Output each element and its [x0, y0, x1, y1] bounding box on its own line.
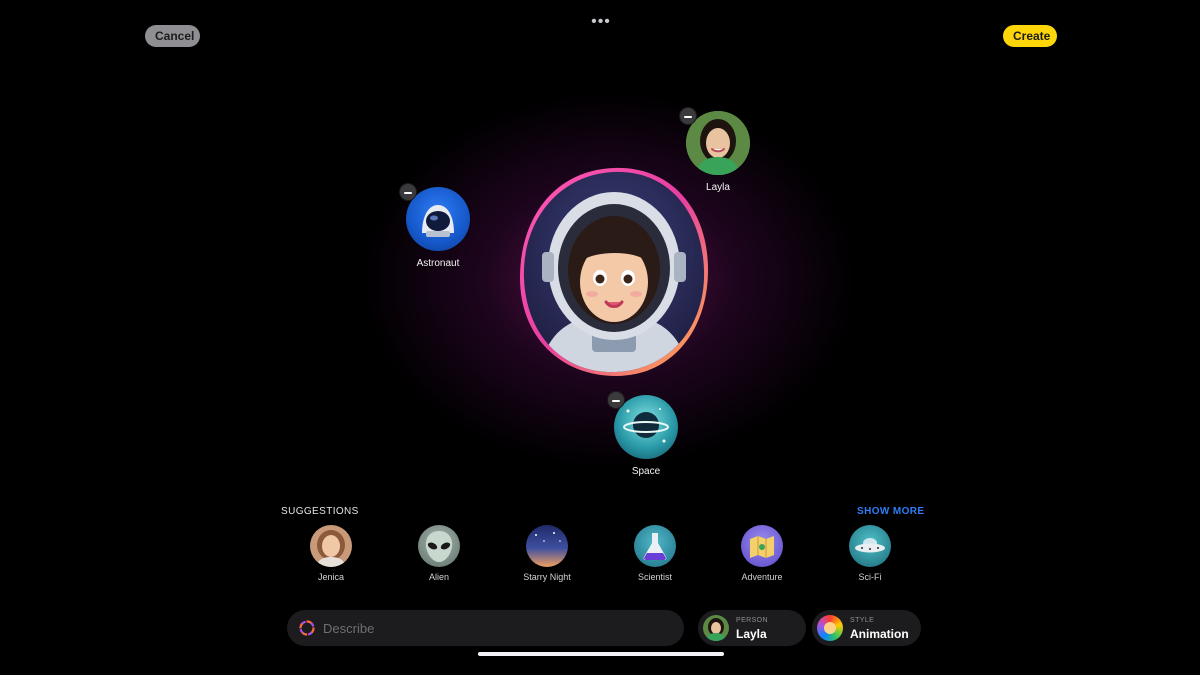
more-options-icon[interactable]: •••: [588, 14, 614, 30]
suggestion-label: Sci-Fi: [858, 572, 882, 582]
style-caption: STYLE: [850, 617, 875, 624]
generated-image-preview[interactable]: [520, 166, 708, 376]
concept-label: Space: [631, 466, 661, 477]
concept-space[interactable]: Space: [607, 391, 681, 477]
describe-bar[interactable]: [287, 610, 684, 646]
concept-label: Layla: [706, 182, 730, 193]
flask-icon: [634, 525, 676, 567]
alien-icon: [418, 525, 460, 567]
suggestion-alien[interactable]: Alien: [399, 525, 479, 582]
create-button[interactable]: Create: [1003, 25, 1057, 47]
home-indicator: [478, 652, 724, 656]
person-chip[interactable]: PERSON Layla: [698, 610, 806, 646]
remove-icon[interactable]: [607, 391, 625, 409]
suggestion-adventure[interactable]: Adventure: [722, 525, 802, 582]
suggestion-label: Scientist: [637, 572, 672, 582]
cancel-button[interactable]: Cancel: [145, 25, 200, 47]
suggestion-starry-night[interactable]: Starry Night: [507, 525, 587, 582]
describe-input[interactable]: [323, 610, 663, 646]
suggestion-label: Alien: [428, 572, 449, 582]
image-playground-icon: [299, 620, 315, 636]
ufo-icon: [849, 525, 891, 567]
concept-astronaut[interactable]: Astronaut: [399, 183, 473, 269]
suggestions-heading: SUGGESTIONS: [281, 506, 359, 517]
concept-label: Astronaut: [416, 258, 460, 269]
suggestion-jenica[interactable]: Jenica: [291, 525, 371, 582]
person-caption: PERSON: [736, 617, 768, 624]
concept-person-layla[interactable]: Layla: [679, 107, 753, 193]
remove-icon[interactable]: [399, 183, 417, 201]
remove-icon[interactable]: [679, 107, 697, 125]
style-swatch-icon: [817, 615, 843, 641]
suggestion-label: Starry Night: [523, 572, 571, 582]
avatar: [703, 615, 729, 641]
suggestion-scientist[interactable]: Scientist: [615, 525, 695, 582]
person-value: Layla: [736, 627, 767, 641]
show-more-link[interactable]: SHOW MORE: [857, 506, 925, 517]
person-photo: [310, 525, 352, 567]
suggestion-label: Jenica: [317, 572, 344, 582]
night-sky-icon: [526, 525, 568, 567]
style-value: Animation: [850, 627, 909, 641]
map-icon: [741, 525, 783, 567]
image-playground-screen: Cancel ••• Create Astronaut Layla Space …: [0, 0, 1200, 675]
suggestion-label: Adventure: [741, 572, 783, 582]
suggestion-sci-fi[interactable]: Sci-Fi: [830, 525, 910, 582]
style-chip[interactable]: STYLE Animation: [812, 610, 921, 646]
